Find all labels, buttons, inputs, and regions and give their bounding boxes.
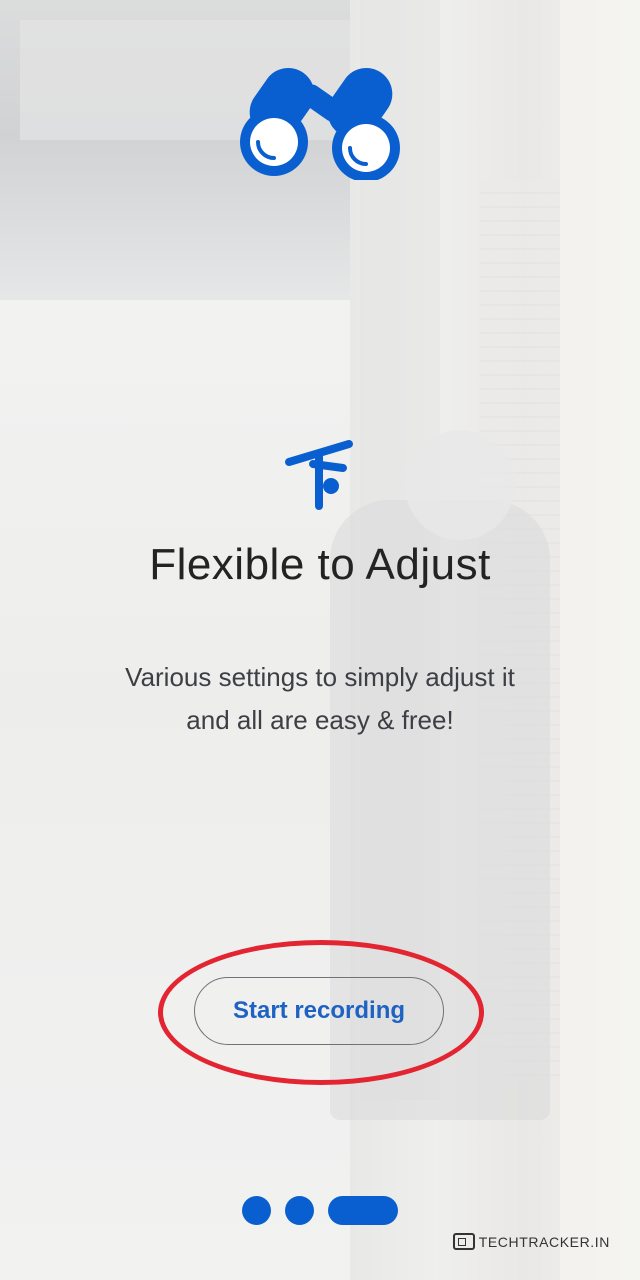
page-description: Various settings to simply adjust it and… [80, 656, 560, 742]
flexible-person-icon [285, 440, 353, 510]
page-indicator [242, 1196, 398, 1226]
watermark: TechTracker.in [452, 1233, 610, 1250]
watermark-text: TechTracker.in [478, 1233, 610, 1250]
binoculars-icon [240, 67, 400, 180]
page-title: Flexible to Adjust [149, 540, 491, 589]
description-line: and all are easy & free! [186, 705, 454, 735]
page-dot[interactable] [285, 1196, 314, 1225]
page-dot-active[interactable] [328, 1196, 398, 1225]
browser-window-icon [452, 1233, 475, 1250]
onboarding-screen: Flexible to Adjust Various settings to s… [0, 0, 640, 1280]
description-line: Various settings to simply adjust it [125, 662, 515, 692]
page-dot[interactable] [242, 1196, 271, 1225]
annotation-highlight-circle [158, 940, 484, 1085]
